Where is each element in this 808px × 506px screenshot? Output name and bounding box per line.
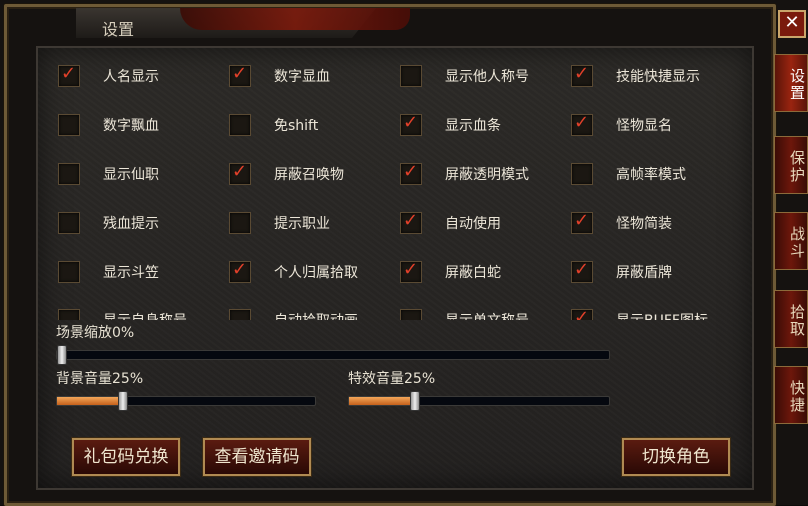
option-checkbox[interactable]: ✓ bbox=[229, 259, 251, 283]
check-icon: ✓ bbox=[232, 161, 248, 182]
option-checkbox[interactable]: ✓ bbox=[400, 259, 422, 283]
option-checkbox[interactable] bbox=[58, 261, 80, 283]
check-icon: ✓ bbox=[574, 210, 590, 231]
option-label: 显示自身称号 bbox=[103, 310, 187, 320]
option-checkbox[interactable]: ✓ bbox=[400, 112, 422, 136]
close-icon[interactable]: ✕ bbox=[778, 10, 806, 38]
option-label: 自动拾取动画 bbox=[274, 310, 358, 320]
option-checkbox[interactable]: ✓ bbox=[571, 112, 593, 136]
check-icon: ✓ bbox=[574, 259, 590, 280]
option-checkbox[interactable]: ✓ bbox=[400, 210, 422, 234]
option-checkbox[interactable]: ✓ bbox=[229, 63, 251, 87]
tab-shortcut[interactable]: 快捷 bbox=[774, 366, 808, 424]
tab-settings[interactable]: 设置 bbox=[774, 54, 808, 112]
bgm-volume-slider[interactable] bbox=[56, 391, 316, 411]
scene-zoom-slider[interactable] bbox=[56, 345, 610, 365]
bgm-volume-thumb[interactable] bbox=[118, 391, 128, 411]
option-label: 自动使用 bbox=[445, 216, 501, 232]
option-label: 显示斗笠 bbox=[103, 265, 159, 281]
title-bar: 设置 bbox=[20, 8, 760, 42]
option-checkbox[interactable] bbox=[400, 309, 422, 320]
option-checkbox[interactable] bbox=[229, 114, 251, 136]
option-label: 屏蔽透明模式 bbox=[445, 167, 529, 183]
option-checkbox[interactable]: ✓ bbox=[400, 161, 422, 185]
invite-code-button[interactable]: 查看邀请码 bbox=[203, 438, 311, 476]
option-checkbox[interactable] bbox=[229, 309, 251, 320]
option-label: 怪物显名 bbox=[616, 118, 672, 134]
option-label: 显示他人称号 bbox=[445, 69, 529, 85]
check-icon: ✓ bbox=[232, 259, 248, 280]
switch-role-button[interactable]: 切换角色 bbox=[622, 438, 730, 476]
option-label: 人名显示 bbox=[103, 69, 159, 85]
option-label: 技能快捷显示 bbox=[616, 69, 700, 85]
bgm-volume-label: 背景音量25% bbox=[56, 371, 144, 387]
option-label: 数字飘血 bbox=[103, 118, 159, 134]
option-label: 免shift bbox=[274, 118, 319, 134]
gift-code-button[interactable]: 礼包码兑换 bbox=[72, 438, 180, 476]
option-label: 高帧率模式 bbox=[616, 167, 686, 183]
title-ornament bbox=[180, 8, 410, 30]
scene-zoom-label: 场景缩放0% bbox=[56, 325, 135, 341]
option-checkbox[interactable]: ✓ bbox=[571, 307, 593, 320]
option-label: 屏蔽召唤物 bbox=[274, 167, 344, 183]
check-icon: ✓ bbox=[403, 161, 419, 182]
option-checkbox[interactable] bbox=[229, 212, 251, 234]
option-checkbox[interactable] bbox=[58, 114, 80, 136]
option-checkbox[interactable] bbox=[400, 65, 422, 87]
option-checkbox[interactable]: ✓ bbox=[571, 259, 593, 283]
sfx-volume-slider[interactable] bbox=[348, 391, 610, 411]
option-label: 个人归属拾取 bbox=[274, 265, 358, 281]
option-label: 残血提示 bbox=[103, 216, 159, 232]
check-icon: ✓ bbox=[403, 112, 419, 133]
check-icon: ✓ bbox=[403, 210, 419, 231]
option-checkbox[interactable]: ✓ bbox=[571, 63, 593, 87]
window-title: 设置 bbox=[102, 20, 135, 39]
option-checkbox[interactable] bbox=[571, 163, 593, 185]
option-checkbox[interactable] bbox=[58, 163, 80, 185]
option-label: 提示职业 bbox=[274, 216, 330, 232]
option-checkbox[interactable] bbox=[58, 212, 80, 234]
options-grid: ✓ 人名显示 ✓ 数字显血 显示他人称号 ✓ 技能快捷显示数字飘血 免shift ✓ 显示血条 ✓ 怪… bbox=[36, 46, 750, 320]
tab-combat[interactable]: 战斗 bbox=[774, 212, 808, 270]
option-checkbox[interactable]: ✓ bbox=[229, 161, 251, 185]
option-label: 显示单文称号 bbox=[445, 310, 529, 320]
sfx-volume-label: 特效音量25% bbox=[348, 371, 436, 387]
sfx-volume-fill bbox=[349, 397, 414, 405]
option-checkbox[interactable]: ✓ bbox=[571, 210, 593, 234]
option-label: 显示血条 bbox=[445, 118, 501, 134]
settings-window: 设置 ✕ ✓ 人名显示 ✓ 数字显血 显示他人称号 ✓ 技能快捷显示数字飘血 免shift ✓ 显… bbox=[0, 0, 808, 506]
option-label: 显示BUFF图标 bbox=[616, 310, 708, 320]
option-checkbox[interactable] bbox=[58, 309, 80, 320]
check-icon: ✓ bbox=[403, 259, 419, 280]
option-label: 显示仙职 bbox=[103, 167, 159, 183]
tab-protect[interactable]: 保护 bbox=[774, 136, 808, 194]
bgm-volume-fill bbox=[57, 397, 122, 405]
check-icon: ✓ bbox=[232, 63, 248, 84]
tab-pickup[interactable]: 拾取 bbox=[774, 290, 808, 348]
check-icon: ✓ bbox=[61, 63, 77, 84]
option-checkbox[interactable]: ✓ bbox=[58, 63, 80, 87]
check-icon: ✓ bbox=[574, 307, 590, 320]
option-label: 怪物简装 bbox=[616, 216, 672, 232]
scene-zoom-thumb[interactable] bbox=[57, 345, 67, 365]
check-icon: ✓ bbox=[574, 112, 590, 133]
sfx-volume-thumb[interactable] bbox=[410, 391, 420, 411]
option-label: 数字显血 bbox=[274, 69, 330, 85]
check-icon: ✓ bbox=[574, 63, 590, 84]
option-label: 屏蔽盾牌 bbox=[616, 265, 672, 281]
option-label: 屏蔽白蛇 bbox=[445, 265, 501, 281]
